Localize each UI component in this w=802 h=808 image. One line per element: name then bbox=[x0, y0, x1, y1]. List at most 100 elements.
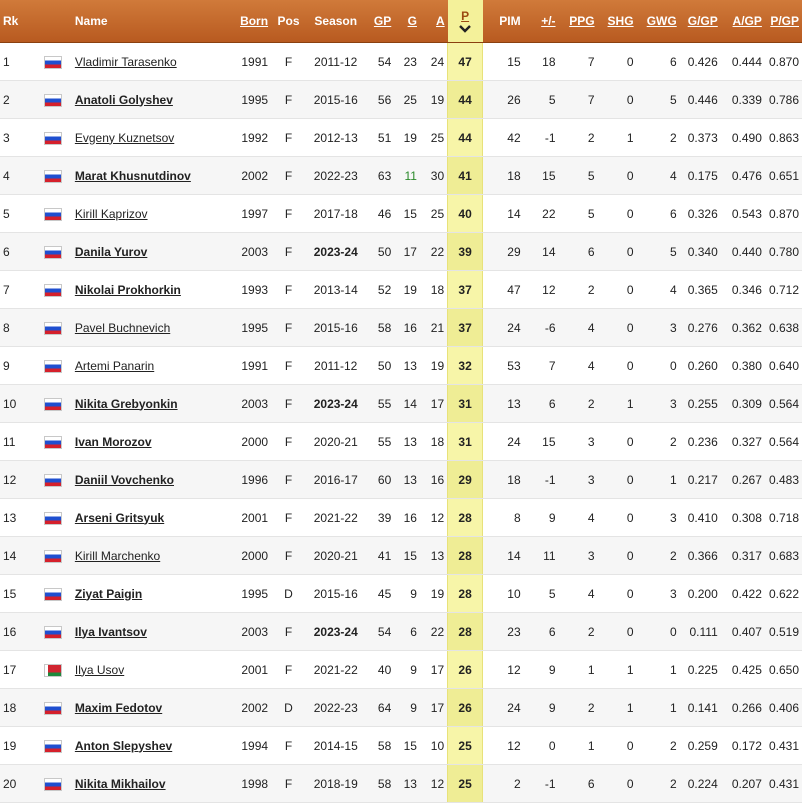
plus-minus-cell: -6 bbox=[523, 308, 559, 347]
column-header-gp[interactable]: GP bbox=[365, 0, 395, 43]
russia-flag-icon bbox=[44, 587, 63, 601]
name-cell: Pavel Buchnevich bbox=[71, 308, 226, 347]
goals-per-game-cell: 0.255 bbox=[679, 384, 721, 423]
assists-per-game-cell: 0.490 bbox=[720, 118, 765, 157]
pim-cell: 8 bbox=[482, 498, 524, 537]
plus-minus-cell: 22 bbox=[523, 194, 559, 233]
ppg-cell: 1 bbox=[558, 650, 598, 689]
column-header-p[interactable]: P bbox=[447, 0, 483, 43]
shg-cell: 0 bbox=[597, 460, 637, 499]
goals-per-game-cell: 0.366 bbox=[679, 536, 721, 575]
goals-per-game-cell: 0.236 bbox=[679, 422, 721, 461]
column-header-a[interactable]: A bbox=[419, 0, 448, 43]
pim-cell: 18 bbox=[482, 460, 524, 499]
position-cell: F bbox=[271, 764, 306, 803]
born-cell: 1992 bbox=[225, 118, 272, 157]
assists-cell: 17 bbox=[419, 650, 448, 689]
assists-per-game-cell: 0.207 bbox=[720, 764, 765, 803]
player-name-link[interactable]: Ziyat Paigin bbox=[75, 587, 142, 601]
name-cell: Artemi Panarin bbox=[71, 346, 226, 385]
player-name-link[interactable]: Arseni Gritsyuk bbox=[75, 511, 164, 525]
player-name-link[interactable]: Nikita Grebyonkin bbox=[75, 397, 178, 411]
player-name-link[interactable]: Nikita Mikhailov bbox=[75, 777, 166, 791]
column-header-name[interactable]: Name bbox=[71, 0, 226, 43]
goals-cell: 16 bbox=[394, 498, 420, 537]
shg-cell: 0 bbox=[597, 764, 637, 803]
column-header-shg[interactable]: SHG bbox=[597, 0, 637, 43]
born-cell: 2002 bbox=[225, 156, 272, 195]
player-name-link[interactable]: Anton Slepyshev bbox=[75, 739, 172, 753]
player-name-link[interactable]: Artemi Panarin bbox=[75, 359, 154, 373]
player-name-link[interactable]: Ivan Morozov bbox=[75, 435, 152, 449]
season-cell: 2023-24 bbox=[305, 384, 366, 423]
column-header-gwg[interactable]: GWG bbox=[636, 0, 680, 43]
assists-per-game-cell: 0.327 bbox=[720, 422, 765, 461]
points-cell: 39 bbox=[447, 232, 484, 271]
rank-cell: 9 bbox=[0, 346, 35, 385]
player-name-link[interactable]: Ilya Ivantsov bbox=[75, 625, 147, 639]
name-cell: Ivan Morozov bbox=[71, 422, 226, 461]
points-cell: 26 bbox=[447, 650, 484, 689]
assists-per-game-cell: 0.267 bbox=[720, 460, 765, 499]
player-name-link[interactable]: Kirill Kaprizov bbox=[75, 207, 148, 221]
goals-cell: 9 bbox=[394, 650, 420, 689]
plus-minus-cell: 9 bbox=[523, 688, 559, 727]
position-cell: F bbox=[271, 118, 306, 157]
shg-cell: 0 bbox=[597, 156, 637, 195]
column-header-plus-minus[interactable]: +/- bbox=[523, 0, 559, 43]
russia-flag-icon bbox=[44, 131, 63, 145]
shg-cell: 1 bbox=[597, 384, 637, 423]
player-name-link[interactable]: Anatoli Golyshev bbox=[75, 93, 173, 107]
player-name-link[interactable]: Nikolai Prokhorkin bbox=[75, 283, 181, 297]
goals-cell: 15 bbox=[394, 536, 420, 575]
assists-cell: 19 bbox=[419, 346, 448, 385]
player-name-link[interactable]: Evgeny Kuznetsov bbox=[75, 131, 174, 145]
points-per-game-cell: 0.564 bbox=[764, 422, 802, 461]
ppg-cell: 5 bbox=[558, 194, 598, 233]
column-header-pim[interactable]: PIM bbox=[482, 0, 524, 43]
player-name-link[interactable]: Vladimir Tarasenko bbox=[75, 55, 177, 69]
rank-cell: 18 bbox=[0, 688, 35, 727]
position-cell: F bbox=[271, 536, 306, 575]
born-cell: 1993 bbox=[225, 270, 272, 309]
player-name-link[interactable]: Daniil Vovchenko bbox=[75, 473, 174, 487]
column-header-pos[interactable]: Pos bbox=[271, 0, 306, 43]
goals-cell: 6 bbox=[394, 612, 420, 651]
column-header-ppg[interactable]: PPG bbox=[558, 0, 598, 43]
player-name-link[interactable]: Danila Yurov bbox=[75, 245, 147, 259]
shg-cell: 0 bbox=[597, 194, 637, 233]
points-cell: 31 bbox=[447, 384, 484, 423]
born-cell: 1996 bbox=[225, 460, 272, 499]
column-header-g[interactable]: G bbox=[394, 0, 420, 43]
goals-cell: 16 bbox=[394, 308, 420, 347]
assists-cell: 18 bbox=[419, 422, 448, 461]
table-row: 9 Artemi Panarin 1991 F 2011-12 50 13 19 32 53 7 4 0… bbox=[0, 346, 802, 385]
name-cell: Kirill Kaprizov bbox=[71, 194, 226, 233]
column-header-season[interactable]: Season bbox=[305, 0, 366, 43]
goals-cell: 11 bbox=[394, 156, 420, 195]
plus-minus-cell: 11 bbox=[523, 536, 559, 575]
rank-cell: 7 bbox=[0, 270, 35, 309]
points-cell: 28 bbox=[447, 498, 484, 537]
assists-cell: 19 bbox=[419, 80, 448, 119]
column-header-a-per-gp[interactable]: A/GP bbox=[720, 0, 765, 43]
points-per-game-cell: 0.564 bbox=[764, 384, 802, 423]
goals-per-game-cell: 0.225 bbox=[679, 650, 721, 689]
player-name-link[interactable]: Marat Khusnutdinov bbox=[75, 169, 191, 183]
season-cell: 2021-22 bbox=[305, 498, 366, 537]
column-header-born[interactable]: Born bbox=[225, 0, 272, 43]
player-name-link[interactable]: Pavel Buchnevich bbox=[75, 321, 170, 335]
shg-cell: 0 bbox=[597, 612, 637, 651]
flag-cell bbox=[34, 194, 72, 233]
games-played-cell: 45 bbox=[365, 574, 395, 613]
pim-cell: 53 bbox=[482, 346, 524, 385]
column-header-g-per-gp[interactable]: G/GP bbox=[679, 0, 721, 43]
flag-cell bbox=[34, 346, 72, 385]
column-header-rank[interactable]: Rk bbox=[0, 0, 35, 43]
russia-flag-icon bbox=[44, 435, 63, 449]
player-name-link[interactable]: Kirill Marchenko bbox=[75, 549, 160, 563]
column-header-p-per-gp[interactable]: P/GP bbox=[764, 0, 802, 43]
points-cell: 25 bbox=[447, 726, 484, 765]
player-name-link[interactable]: Maxim Fedotov bbox=[75, 701, 162, 715]
player-name-link[interactable]: Ilya Usov bbox=[75, 663, 124, 677]
